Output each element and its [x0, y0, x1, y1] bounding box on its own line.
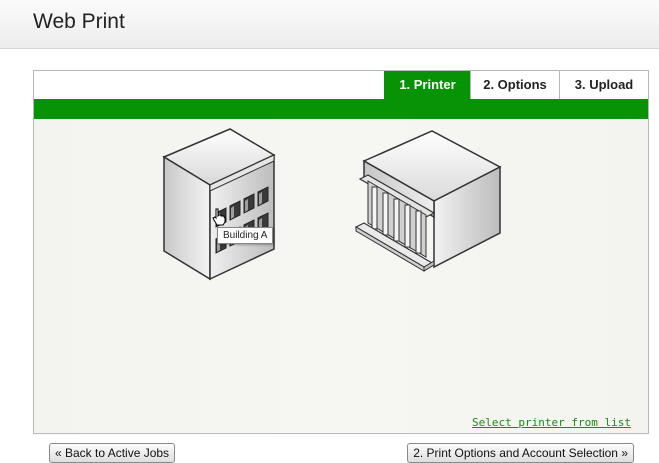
select-printer-from-list-link[interactable]: Select printer from list	[472, 416, 631, 429]
tab-upload[interactable]: 3. Upload	[559, 71, 648, 99]
hand-cursor-icon	[212, 208, 226, 226]
tab-printer[interactable]: 1. Printer	[384, 71, 470, 99]
back-to-active-jobs-button[interactable]: « Back to Active Jobs	[49, 443, 176, 463]
page-title: Web Print	[33, 10, 125, 33]
page-header: Web Print	[0, 0, 659, 49]
printer-selection-area: Building A Select printer from list « Ba…	[34, 119, 648, 463]
tab-underline-bar	[34, 99, 648, 119]
tab-options[interactable]: 2. Options	[470, 71, 559, 99]
web-print-panel: 1. Printer 2. Options 3. Upload Building…	[33, 70, 649, 463]
columned-building-icon[interactable]	[354, 129, 504, 274]
office-building-icon[interactable]	[162, 127, 278, 282]
building-tooltip: Building A	[217, 227, 274, 244]
wizard-tabs: 1. Printer 2. Options 3. Upload	[34, 71, 648, 99]
print-options-next-button[interactable]: 2. Print Options and Account Selection »	[407, 443, 634, 463]
